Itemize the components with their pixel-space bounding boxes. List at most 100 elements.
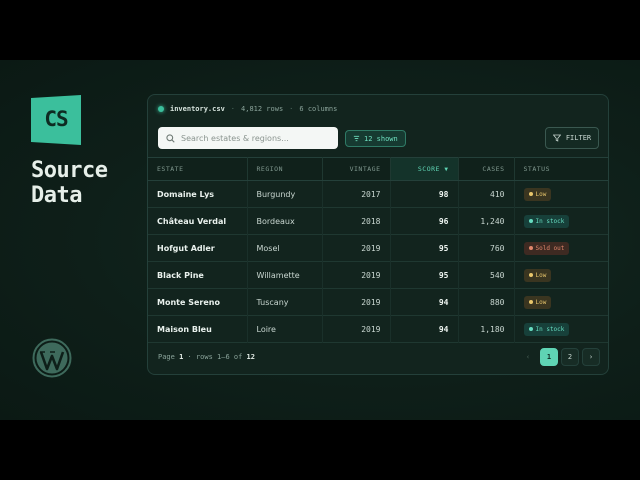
table-header-row: ESTATE REGION VINTAGE SCORE ▼ CASES STAT…: [148, 157, 608, 181]
table-row[interactable]: Maison Bleu Loire 2019 94 1,180 In stock: [148, 315, 608, 343]
column-header-status[interactable]: STATUS: [514, 157, 608, 181]
cases-cell: 540: [458, 261, 515, 289]
status-label: In stock: [535, 217, 565, 225]
file-name: inventory.csv: [170, 105, 225, 113]
sort-desc-icon: ▼: [444, 166, 449, 173]
status-cell: Low: [514, 289, 608, 316]
total-rows: 12: [246, 353, 255, 361]
brand-title-line2: Data: [31, 183, 82, 208]
score-cell: 96: [390, 207, 459, 235]
table-footer: Page 1 · rows 1–6 of 12 ‹ 1 2 ›: [158, 347, 600, 367]
vintage-cell: 2019: [322, 288, 391, 316]
data-table: ESTATE REGION VINTAGE SCORE ▼ CASES STAT…: [148, 157, 608, 343]
vintage-cell: 2017: [322, 180, 391, 208]
cases-cell: 760: [458, 234, 515, 262]
estate-cell: Château Verdal: [148, 207, 248, 235]
page-button-2[interactable]: 2: [561, 348, 579, 366]
status-badge: Low: [523, 295, 552, 309]
current-page-number: 1: [179, 353, 184, 361]
table-row[interactable]: Black Pine Willamette 2019 95 540 Low: [148, 261, 608, 289]
brand-logo: CS: [31, 95, 81, 145]
filter-button[interactable]: FILTER: [545, 127, 599, 149]
score-cell: 95: [390, 261, 459, 289]
status-cell: Sold out: [514, 235, 608, 262]
table-row[interactable]: Monte Sereno Tuscany 2019 94 880 Low: [148, 288, 608, 316]
column-header-cases[interactable]: CASES: [458, 157, 515, 181]
score-cell: 94: [390, 315, 459, 343]
table-row[interactable]: Château Verdal Bordeaux 2018 96 1,240 In stoc…: [148, 207, 608, 235]
data-panel: inventory.csv · 4,812 rows · 6 columns 1…: [147, 94, 609, 375]
status-cell: In stock: [514, 208, 608, 235]
vintage-cell: 2019: [322, 261, 391, 289]
vintage-cell: 2019: [322, 234, 391, 262]
region-cell: Mosel: [247, 234, 323, 262]
chip-label: 12 shown: [364, 134, 398, 143]
table-row[interactable]: Hofgut Adler Mosel 2019 95 760 Sold out: [148, 234, 608, 262]
status-dot: [528, 192, 533, 196]
status-badge: In stock: [523, 322, 570, 336]
status-badge: Sold out: [523, 241, 570, 255]
region-cell: Willamette: [247, 261, 323, 289]
region-cell: Bordeaux: [247, 207, 323, 235]
score-cell: 94: [390, 288, 459, 316]
estate-cell: Hofgut Adler: [148, 234, 248, 262]
column-header-region[interactable]: REGION: [247, 157, 323, 181]
status-dot: [528, 246, 533, 250]
search-box[interactable]: [158, 127, 338, 149]
filter-label: FILTER: [565, 134, 592, 142]
columns-count: 6 columns: [299, 105, 338, 113]
status-badge: In stock: [523, 214, 570, 228]
pagination: ‹ 1 2 ›: [519, 348, 600, 366]
search-icon: [166, 133, 175, 143]
estate-cell: Black Pine: [148, 261, 248, 289]
cases-cell: 1,180: [458, 315, 515, 343]
rows-range: · rows 1–6 of: [187, 353, 243, 361]
table-row[interactable]: Domaine Lys Burgundy 2017 98 410 Low: [148, 180, 608, 208]
vintage-cell: 2018: [322, 207, 391, 235]
estate-cell: Domaine Lys: [148, 180, 248, 208]
column-header-score[interactable]: SCORE ▼: [390, 157, 459, 181]
search-input[interactable]: [181, 133, 331, 143]
file-info-bar: inventory.csv · 4,812 rows · 6 columns: [158, 102, 337, 116]
estate-cell: Monte Sereno: [148, 288, 248, 316]
status-cell: Low: [514, 262, 608, 289]
vintage-cell: 2019: [322, 315, 391, 343]
status-dot: [528, 300, 533, 304]
status-badge: Low: [523, 187, 552, 201]
status-label: Sold out: [535, 244, 565, 252]
pagination-info: Page 1 · rows 1–6 of 12: [158, 353, 255, 361]
score-cell: 95: [390, 234, 459, 262]
status-label: Low: [535, 190, 547, 198]
estate-cell: Maison Bleu: [148, 315, 248, 343]
region-cell: Burgundy: [247, 180, 323, 208]
cases-cell: 880: [458, 288, 515, 316]
separator: ·: [289, 105, 294, 113]
filter-icon: [353, 135, 360, 142]
column-header-vintage[interactable]: VINTAGE: [322, 157, 391, 181]
score-cell: 98: [390, 180, 459, 208]
cases-cell: 1,240: [458, 207, 515, 235]
page-button-1[interactable]: 1: [540, 348, 558, 366]
page-label: Page: [158, 353, 175, 361]
cases-cell: 410: [458, 180, 515, 208]
region-cell: Loire: [247, 315, 323, 343]
brand-title-line1: Source: [31, 158, 108, 183]
status-dot: [158, 106, 164, 112]
rows-count: 4,812 rows: [241, 105, 284, 113]
column-header-estate[interactable]: ESTATE: [148, 157, 248, 181]
status-label: Low: [535, 271, 547, 279]
shown-count-chip[interactable]: 12 shown: [345, 130, 406, 147]
logo-text: CS: [44, 107, 68, 131]
prev-page-button[interactable]: ‹: [519, 348, 537, 366]
status-dot: [528, 273, 533, 277]
region-cell: Tuscany: [247, 288, 323, 316]
brand-title: Source Data: [31, 158, 108, 208]
status-dot: [528, 327, 533, 331]
next-page-button[interactable]: ›: [582, 348, 600, 366]
status-cell: In stock: [514, 316, 608, 343]
status-cell: Low: [514, 181, 608, 208]
separator: ·: [230, 105, 236, 113]
status-dot: [528, 219, 533, 223]
score-header-label: SCORE: [417, 165, 440, 173]
status-label: Low: [535, 298, 547, 306]
